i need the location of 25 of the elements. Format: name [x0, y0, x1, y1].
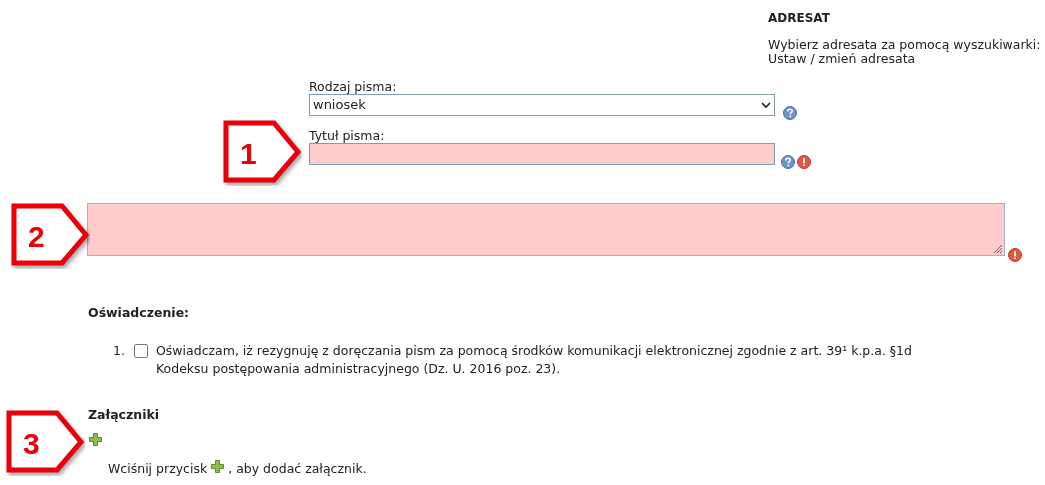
field-label: Rodzaj pisma: — [309, 80, 398, 94]
section-heading: ADRESAT — [768, 10, 831, 26]
add-icon[interactable] — [89, 433, 102, 446]
letter-type-select[interactable]: wniosek — [309, 94, 775, 116]
section-heading: Załączniki — [88, 408, 161, 422]
help-icon[interactable] — [783, 106, 797, 120]
hint-text: Wciśnij przycisk — [108, 459, 208, 478]
declaration-text: Oświadczam, iż rezygnuję z doręczania pism za pomocą środków komunikacji elektronicznej zgodnie z art. 39¹ k.p.a. §1d Kodeksu postępowania administracyjnego (Dz. U. 2016 poz. 23). — [156, 342, 913, 378]
list-number: 1. — [113, 342, 126, 360]
help-icon[interactable] — [781, 155, 795, 169]
section-heading: Oświadczenie: — [88, 306, 191, 320]
error-icon — [1008, 248, 1022, 262]
callout-marker: 3 — [5, 410, 85, 476]
title-input[interactable] — [309, 143, 775, 165]
hint-text: , aby dodać załącznik. — [228, 459, 367, 478]
add-icon[interactable] — [211, 459, 225, 473]
set-recipient-link[interactable]: Ustaw / zmień adresata — [768, 52, 916, 66]
callout-marker: 1 — [222, 120, 302, 186]
resize-handle-icon[interactable] — [991, 242, 1003, 254]
instruction-text: Wybierz adresata za pomocą wyszukiwarki: — [768, 38, 1041, 52]
checkbox[interactable] — [134, 344, 148, 358]
callout-marker: 2 — [10, 203, 90, 269]
error-icon — [797, 155, 811, 169]
field-label: Tytuł pisma: — [309, 129, 386, 143]
chevron-icon — [761, 101, 771, 109]
